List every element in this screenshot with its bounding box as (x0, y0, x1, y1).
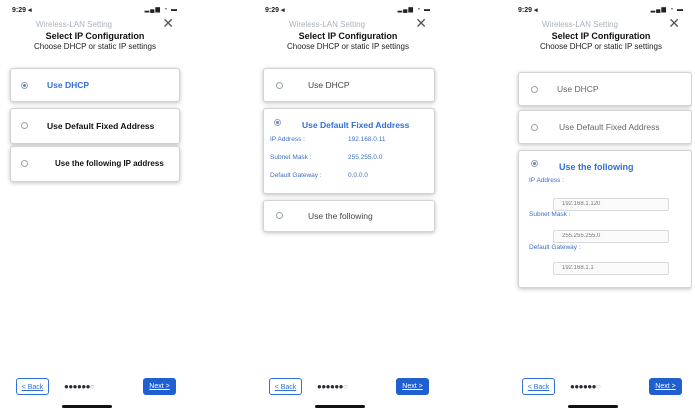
option-default-fixed[interactable]: Use Default Fixed Address (518, 110, 692, 144)
page-dot-inactive: ○ (90, 382, 95, 391)
home-indicator (62, 405, 112, 408)
subnet-mask-value: 255.255.0.0 (348, 154, 383, 161)
option-default-fixed-label: Use Default Fixed Address (302, 120, 410, 130)
page-dots-active: ●●●●●● (570, 382, 597, 391)
screen-default-fixed: 9:29 ◂ ▂▄▆ ◔ ▬ Wireless-LAN Setting ✕ Se… (257, 0, 439, 411)
gateway-value: 0.0.0.0 (348, 172, 368, 179)
option-dhcp-label: Use DHCP (557, 84, 599, 94)
option-dhcp[interactable]: Use DHCP (263, 68, 435, 102)
signal-icon: ▂▄▆ ◔ ▬ (397, 7, 431, 13)
signal-icon: ▂▄▆ ◔ ▬ (650, 7, 684, 13)
option-default-fixed-label: Use Default Fixed Address (47, 121, 155, 131)
option-dhcp-label: Use DHCP (47, 80, 90, 90)
option-default-fixed[interactable]: Use Default Fixed Address IP Address : 1… (263, 108, 435, 194)
option-default-fixed-label: Use Default Fixed Address (559, 122, 660, 132)
page-indicator: ●●●●●●○ (317, 382, 348, 391)
gateway-field[interactable] (553, 262, 669, 275)
status-time: 9:29 ◂ (265, 7, 285, 14)
gateway-label: Default Gateway : (270, 172, 322, 179)
back-button[interactable]: < Back (16, 378, 49, 395)
radio-icon (276, 212, 283, 219)
header-subtitle: Wireless-LAN Setting (288, 20, 366, 29)
option-dhcp[interactable]: Use DHCP (518, 72, 692, 106)
page-title: Select IP Configuration (298, 31, 398, 41)
page-description: Choose DHCP or static IP settings (287, 42, 409, 51)
radio-icon (274, 119, 281, 126)
status-time: 9:29 ◂ (518, 7, 538, 14)
page-dot-inactive: ○ (596, 382, 601, 391)
page-title: Select IP Configuration (45, 31, 145, 41)
radio-icon (531, 124, 538, 131)
page-description: Choose DHCP or static IP settings (34, 42, 156, 51)
home-indicator (315, 405, 365, 408)
option-following-ip-label: Use the following IP address (55, 159, 164, 168)
radio-icon (531, 160, 538, 167)
close-icon[interactable]: ✕ (668, 16, 680, 30)
status-bar: 9:29 ◂ ▂▄▆ ◔ ▬ (510, 4, 692, 16)
option-dhcp[interactable]: Use DHCP (10, 68, 180, 102)
screen-dhcp: 9:29 ◂ ▂▄▆ ◔ ▬ Wireless-LAN Setting ✕ Se… (4, 0, 186, 411)
ip-address-label: IP Address : (270, 136, 305, 143)
radio-icon (276, 82, 283, 89)
option-default-fixed[interactable]: Use Default Fixed Address (10, 108, 180, 144)
ip-address-field[interactable] (553, 198, 669, 211)
signal-icon: ▂▄▆ ◔ ▬ (144, 7, 178, 13)
status-bar: 9:29 ◂ ▂▄▆ ◔ ▬ (257, 4, 439, 16)
page-dots-active: ●●●●●● (317, 382, 344, 391)
radio-icon (21, 82, 28, 89)
close-icon[interactable]: ✕ (162, 16, 174, 30)
page-dots-active: ●●●●●● (64, 382, 91, 391)
radio-icon (531, 86, 538, 93)
radio-icon (21, 160, 28, 167)
header-subtitle: Wireless-LAN Setting (541, 20, 619, 29)
option-following-ip[interactable]: Use the following IP address (10, 146, 180, 182)
next-button[interactable]: Next > (396, 378, 429, 395)
status-bar: 9:29 ◂ ▂▄▆ ◔ ▬ (4, 4, 186, 16)
subnet-mask-field[interactable] (553, 230, 669, 243)
status-time: 9:29 ◂ (12, 7, 32, 14)
page-title: Select IP Configuration (551, 31, 651, 41)
radio-icon (21, 122, 28, 129)
next-button[interactable]: Next > (649, 378, 682, 395)
gateway-label: Default Gateway : (529, 244, 581, 251)
ip-address-label: IP Address : (529, 177, 564, 184)
screen-following-ip: 9:29 ◂ ▂▄▆ ◔ ▬ Wireless-LAN Setting ✕ Se… (510, 0, 692, 411)
page-description: Choose DHCP or static IP settings (540, 42, 662, 51)
back-button[interactable]: < Back (269, 378, 302, 395)
option-following-ip-label: Use the following (308, 211, 373, 221)
back-button[interactable]: < Back (522, 378, 555, 395)
option-dhcp-label: Use DHCP (308, 80, 350, 90)
home-indicator (568, 405, 618, 408)
subnet-mask-label: Subnet Mask : (270, 154, 312, 161)
ip-address-value: 192.168.0.11 (348, 136, 386, 143)
option-following-ip-label: Use the following (559, 162, 634, 172)
page-dot-inactive: ○ (343, 382, 348, 391)
subnet-mask-label: Subnet Mask : (529, 211, 571, 218)
option-following-ip[interactable]: Use the following (263, 200, 435, 232)
next-button[interactable]: Next > (143, 378, 176, 395)
header-subtitle: Wireless-LAN Setting (35, 20, 113, 29)
option-following-ip[interactable]: Use the following IP Address : Subnet Ma… (518, 150, 692, 288)
page-indicator: ●●●●●●○ (64, 382, 95, 391)
page-indicator: ●●●●●●○ (570, 382, 601, 391)
close-icon[interactable]: ✕ (415, 16, 427, 30)
